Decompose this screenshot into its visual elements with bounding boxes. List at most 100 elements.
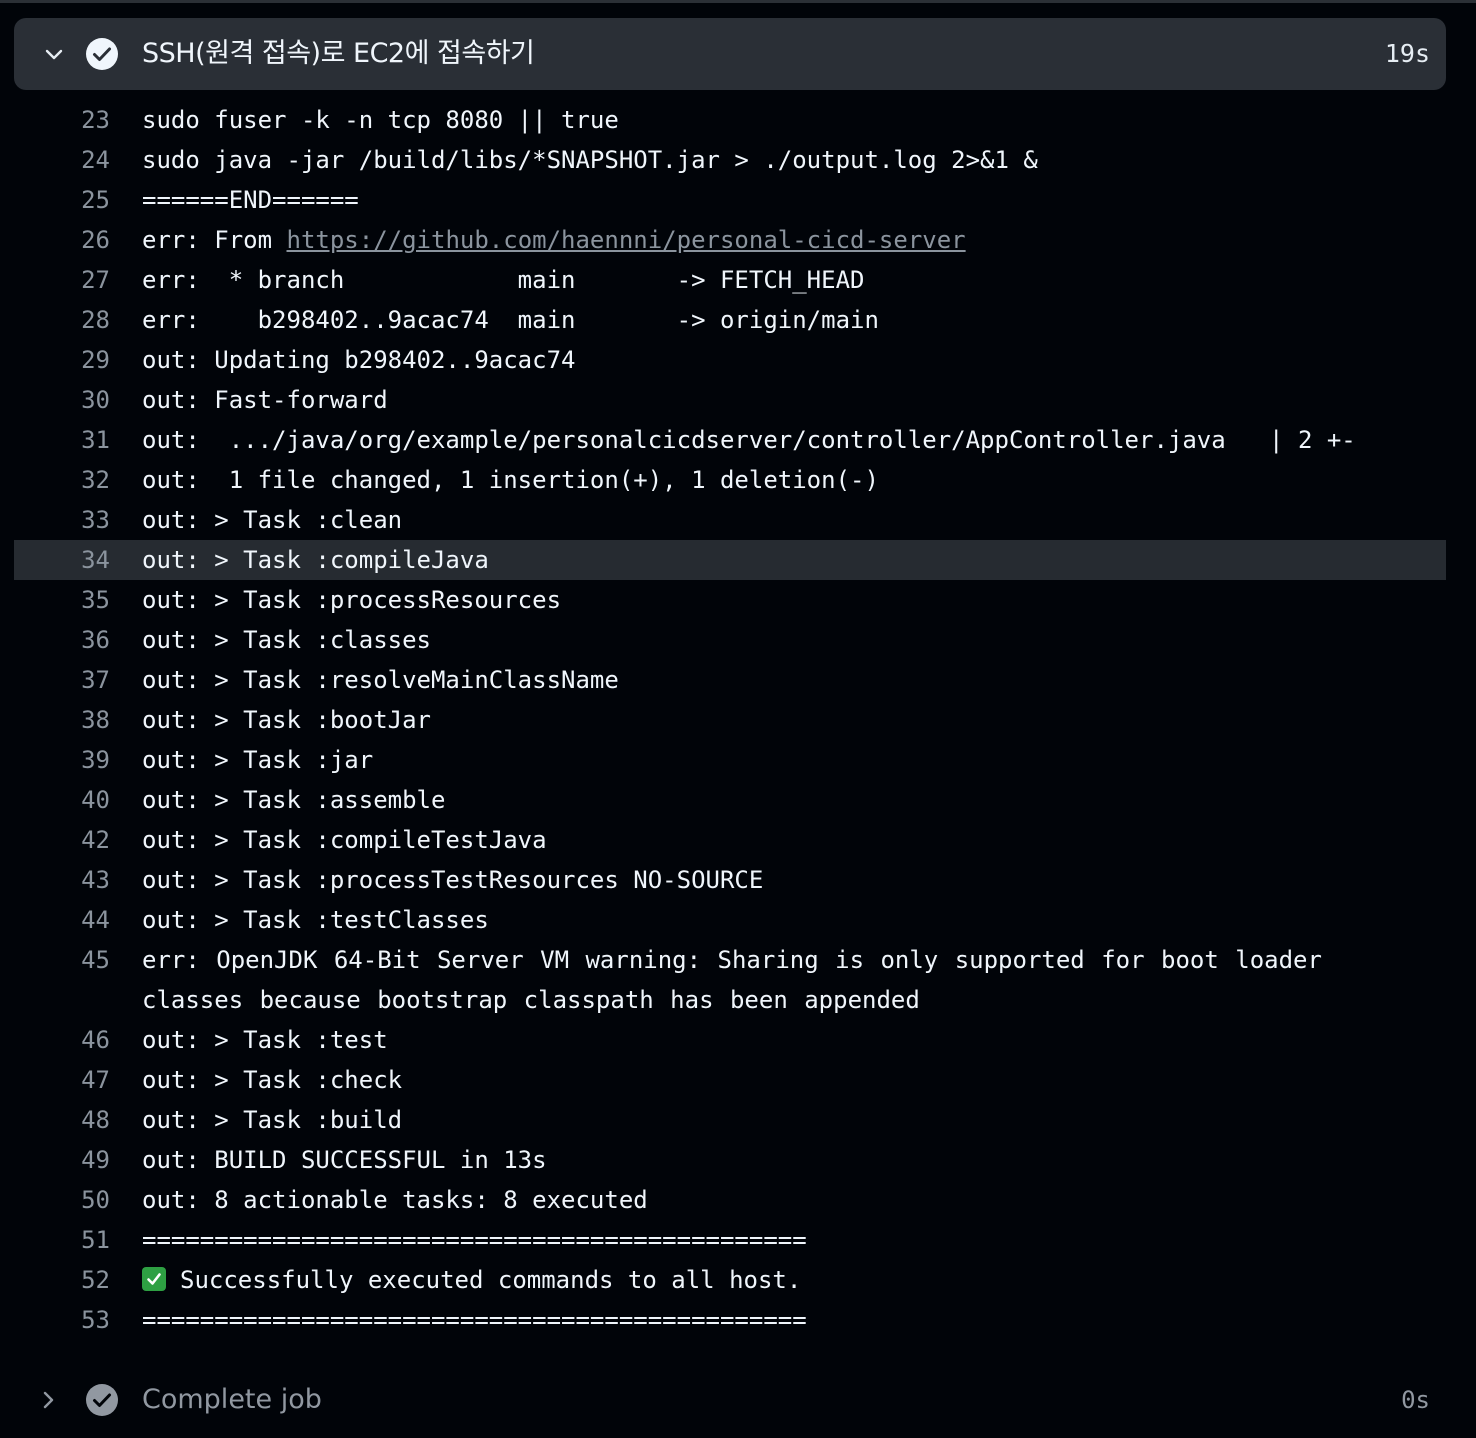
line-number[interactable]: 34: [14, 540, 110, 580]
line-number[interactable]: 28: [14, 300, 110, 340]
log-text: out: > Task :testClasses: [142, 900, 489, 940]
log-text: err: OpenJDK 64-Bit Server VM warning: S…: [142, 940, 1432, 1020]
log-text-content: out: 8 actionable tasks: 8 executed: [142, 1186, 648, 1214]
log-text: out: > Task :jar: [142, 740, 373, 780]
log-line: 40 out: > Task :assemble: [14, 780, 1446, 820]
log-line: 29 out: Updating b298402..9acac74: [14, 340, 1446, 380]
step-title: Complete job: [142, 1384, 322, 1415]
line-number[interactable]: 49: [14, 1140, 110, 1180]
log-line: 34 out: > Task :compileJava: [14, 540, 1446, 580]
log-text-content: out: 1 file changed, 1 insertion(+), 1 d…: [142, 466, 879, 494]
line-number[interactable]: 23: [14, 100, 110, 140]
log-text: out: 8 actionable tasks: 8 executed: [142, 1180, 648, 1220]
line-number[interactable]: 27: [14, 260, 110, 300]
log-line: 44 out: > Task :testClasses: [14, 900, 1446, 940]
log-line: 30 out: Fast-forward: [14, 380, 1446, 420]
check-circle-icon: [84, 1382, 120, 1418]
chevron-right-icon[interactable]: [36, 1388, 60, 1412]
log-text: out: > Task :clean: [142, 500, 402, 540]
log-text: out: 1 file changed, 1 insertion(+), 1 d…: [142, 460, 879, 500]
log-text-content: ========================================…: [142, 1226, 807, 1254]
line-number[interactable]: 37: [14, 660, 110, 700]
line-number[interactable]: 24: [14, 140, 110, 180]
log-text-content: ========================================…: [142, 1306, 807, 1334]
log-text: ======END======: [142, 180, 359, 220]
log-text: sudo fuser -k -n tcp 8080 || true: [142, 100, 619, 140]
log-line: 35 out: > Task :processResources: [14, 580, 1446, 620]
log-text-content: out: > Task :testClasses: [142, 906, 489, 934]
line-number[interactable]: 43: [14, 860, 110, 900]
log-line: 26 err: From https://github.com/haennni/p…: [14, 220, 1446, 260]
log-text: err: b298402..9acac74 main -> origin/mai…: [142, 300, 879, 340]
step-header-complete-job[interactable]: Complete job 0s: [14, 1372, 1446, 1428]
log-text-content: out: BUILD SUCCESSFUL in 13s: [142, 1146, 547, 1174]
line-number[interactable]: 30: [14, 380, 110, 420]
line-number[interactable]: 33: [14, 500, 110, 540]
log-text-content: err: OpenJDK 64-Bit Server VM warning: S…: [142, 946, 1322, 1014]
repo-link[interactable]: https://github.com/haennni/personal-cicd…: [287, 226, 966, 254]
line-number[interactable]: 40: [14, 780, 110, 820]
step-header-ssh[interactable]: SSH(원격 접속)로 EC2에 접속하기 19s: [14, 18, 1446, 90]
log-output: 23 sudo fuser -k -n tcp 8080 || true 24 sud…: [14, 100, 1446, 1340]
line-number[interactable]: 29: [14, 340, 110, 380]
line-number[interactable]: 48: [14, 1100, 110, 1140]
line-number[interactable]: 26: [14, 220, 110, 260]
line-number[interactable]: 36: [14, 620, 110, 660]
line-number[interactable]: 51: [14, 1220, 110, 1260]
log-text-content: out: > Task :classes: [142, 626, 431, 654]
log-line: 45 err: OpenJDK 64-Bit Server VM warning:…: [14, 940, 1446, 1020]
log-line: 42 out: > Task :compileTestJava: [14, 820, 1446, 860]
line-number[interactable]: 25: [14, 180, 110, 220]
log-text: out: > Task :compileJava: [142, 540, 489, 580]
log-line: 32 out: 1 file changed, 1 insertion(+), 1…: [14, 460, 1446, 500]
log-line: 28 err: b298402..9acac74 main -> origin/m…: [14, 300, 1446, 340]
log-line: 36 out: > Task :classes: [14, 620, 1446, 660]
line-number[interactable]: 31: [14, 420, 110, 460]
line-number[interactable]: 52: [14, 1260, 110, 1300]
log-text: err: From https://github.com/haennni/per…: [142, 220, 966, 260]
log-text-content: out: > Task :processResources: [142, 586, 562, 614]
line-number[interactable]: 44: [14, 900, 110, 940]
log-text: out: Fast-forward: [142, 380, 388, 420]
line-number[interactable]: 38: [14, 700, 110, 740]
log-text: sudo java -jar /build/libs/*SNAPSHOT.jar…: [142, 140, 1038, 180]
log-line: 48 out: > Task :build: [14, 1100, 1446, 1140]
log-line: 43 out: > Task :processTestResources NO-S…: [14, 860, 1446, 900]
log-text-content: out: > Task :compileJava: [142, 546, 489, 574]
line-number[interactable]: 53: [14, 1300, 110, 1340]
log-line: 33 out: > Task :clean: [14, 500, 1446, 540]
log-text-content: out: > Task :jar: [142, 746, 374, 774]
line-number[interactable]: 45: [14, 940, 110, 980]
log-text: out: > Task :build: [142, 1100, 402, 1140]
log-text-content: err: b298402..9acac74 main -> origin/mai…: [142, 306, 879, 334]
log-text: err: * branch main -> FETCH_HEAD: [142, 260, 864, 300]
log-line: 27 err: * branch main -> FETCH_HEAD: [14, 260, 1446, 300]
log-text: ========================================…: [142, 1300, 807, 1340]
chevron-down-icon[interactable]: [42, 42, 66, 66]
log-text: out: BUILD SUCCESSFUL in 13s: [142, 1140, 547, 1180]
line-number[interactable]: 39: [14, 740, 110, 780]
log-line: 38 out: > Task :bootJar: [14, 700, 1446, 740]
log-line: 25 ======END======: [14, 180, 1446, 220]
log-text-content: out: > Task :test: [142, 1026, 388, 1054]
log-text: out: > Task :processTestResources NO-SOU…: [142, 860, 763, 900]
log-text-content: Successfully executed commands to all ho…: [180, 1266, 802, 1294]
log-text-content: out: > Task :build: [142, 1106, 403, 1134]
line-number[interactable]: 47: [14, 1060, 110, 1100]
log-line: 46 out: > Task :test: [14, 1020, 1446, 1060]
log-text-content: err: * branch main -> FETCH_HEAD: [142, 266, 865, 294]
log-prefix: err: From: [142, 226, 287, 254]
log-line: 49 out: BUILD SUCCESSFUL in 13s: [14, 1140, 1446, 1180]
log-text: out: Updating b298402..9acac74: [142, 340, 575, 380]
log-text-content: out: > Task :bootJar: [142, 706, 431, 734]
line-number[interactable]: 50: [14, 1180, 110, 1220]
line-number[interactable]: 46: [14, 1020, 110, 1060]
log-text-content: out: > Task :assemble: [142, 786, 446, 814]
line-number[interactable]: 32: [14, 460, 110, 500]
log-line: 37 out: > Task :resolveMainClassName: [14, 660, 1446, 700]
line-number[interactable]: 42: [14, 820, 110, 860]
log-line: 53 ======================================…: [14, 1300, 1446, 1340]
line-number[interactable]: 35: [14, 580, 110, 620]
log-text-content: out: > Task :processTestResources NO-SOU…: [142, 866, 764, 894]
log-line: 50 out: 8 actionable tasks: 8 executed: [14, 1180, 1446, 1220]
